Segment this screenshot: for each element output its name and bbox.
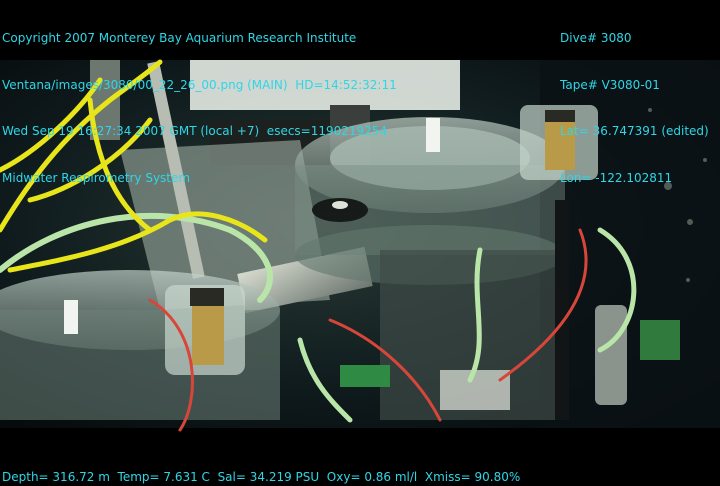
overlay-top-left: Copyright 2007 Monterey Bay Aquarium Res… [2,0,397,202]
overlay-system-name: Midwater Respirometry System [2,170,191,185]
lower-respirometry-chamber [0,270,280,420]
overlay-longitude: Lon= -122.102811 [560,170,673,185]
overlay-top-right: Dive# 3080 Tape# V3080-01 Lat= 36.747391… [560,0,709,202]
overlay-latitude: Lat= 36.747391 (edited) [560,124,709,138]
overlay-tape-number: Tape# V3080-01 [560,77,660,92]
overlay-dive-number: Dive# 3080 [560,31,632,45]
overlay-timestamp: Wed Sep 19 16:27:34 2007 GMT (local +7) … [2,124,388,138]
overlay-image-path: Ventana/images/3080/00_22_26_00.png (MAI… [2,77,397,92]
overlay-copyright: Copyright 2007 Monterey Bay Aquarium Res… [2,31,357,45]
overlay-sensor-readout: Depth= 316.72 m Temp= 7.631 C Sal= 34.21… [2,470,521,484]
